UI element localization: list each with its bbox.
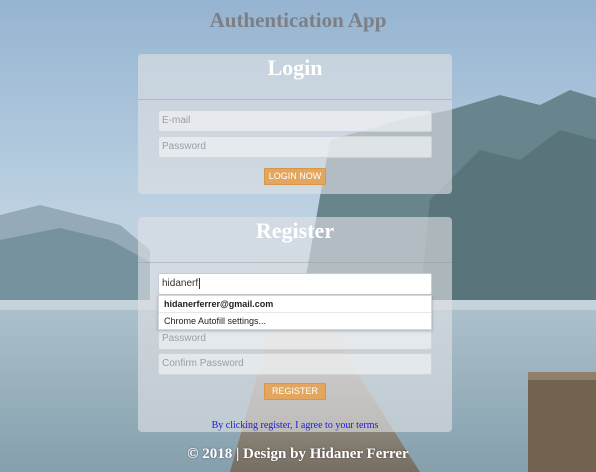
- register-password-input[interactable]: Password: [158, 328, 432, 350]
- login-email-input[interactable]: E-mail: [158, 110, 432, 132]
- register-panel: Register hidanerf hidanerferrer@gmail.co…: [138, 217, 452, 432]
- login-password-placeholder: Password: [162, 141, 206, 152]
- autofill-dropdown: hidanerferrer@gmail.com Chrome Autofill …: [158, 295, 432, 330]
- register-password-placeholder: Password: [162, 333, 206, 344]
- register-button[interactable]: REGISTER: [264, 383, 326, 400]
- register-confirm-password-input[interactable]: Confirm Password: [158, 353, 432, 375]
- login-now-button[interactable]: LOGIN NOW: [264, 168, 326, 185]
- autofill-settings-link[interactable]: Chrome Autofill settings...: [159, 313, 431, 329]
- terms-text[interactable]: By clicking register, I agree to your te…: [138, 420, 452, 431]
- login-panel: Login E-mail Password LOGIN NOW: [138, 54, 452, 194]
- autofill-suggestion[interactable]: hidanerferrer@gmail.com: [159, 296, 431, 313]
- login-password-input[interactable]: Password: [158, 136, 432, 158]
- register-confirm-placeholder: Confirm Password: [162, 358, 244, 369]
- login-title: Login: [267, 55, 323, 80]
- login-divider: [138, 99, 452, 100]
- login-email-placeholder: E-mail: [162, 115, 191, 126]
- register-title: Register: [255, 218, 335, 243]
- app-title: Authentication App: [209, 8, 387, 32]
- footer-text: © 2018 | Design by Hidaner Ferrer: [187, 446, 409, 462]
- text-cursor: [199, 277, 201, 289]
- register-divider: [138, 262, 452, 263]
- register-email-input[interactable]: hidanerf: [158, 273, 432, 295]
- register-email-value: hidanerf: [162, 278, 199, 289]
